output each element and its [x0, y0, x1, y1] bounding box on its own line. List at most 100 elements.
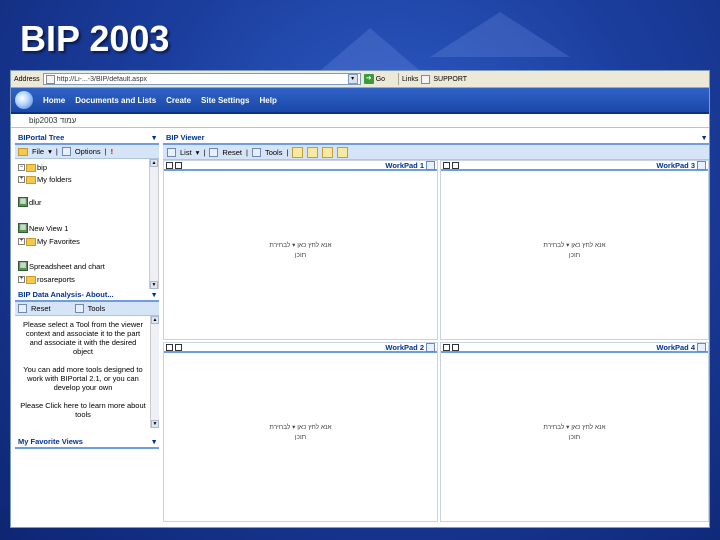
tree-item-my-folders[interactable]: + My folders: [18, 175, 72, 184]
left-column: BIPortal Tree ▾ File ▾ | Options | ! − b…: [15, 132, 159, 524]
workpad-choose-content[interactable]: אנא לחץ כאן ▾ לבחירת: [164, 423, 437, 433]
scroll-down-icon[interactable]: ▼: [150, 281, 158, 289]
chevron-down-icon[interactable]: ▾: [48, 147, 52, 156]
collapse-icon[interactable]: −: [18, 164, 25, 171]
page-icon: [45, 74, 55, 84]
reset-button[interactable]: Reset: [31, 304, 51, 313]
workpad-1[interactable]: WorkPad 1 אנא לחץ כאן ▾ לבחירת תוכן: [163, 160, 438, 340]
layout-1-icon[interactable]: [292, 146, 304, 158]
viewer-toolbar: List ▾ | Reset | Tools |: [163, 145, 709, 160]
tree-item-label: dlur: [29, 197, 42, 207]
browser-window: Address http://Li-...-3/BIP/default.aspx…: [10, 70, 710, 528]
tools-menu[interactable]: Tools: [265, 148, 283, 157]
chevron-down-icon[interactable]: ▾: [152, 133, 156, 142]
layout-3-icon[interactable]: [322, 146, 334, 158]
view-icon: ▦: [18, 223, 28, 233]
file-menu[interactable]: File: [32, 147, 44, 156]
expand-icon[interactable]: +: [18, 176, 25, 183]
expand-icon[interactable]: +: [18, 276, 25, 283]
maximize-icon[interactable]: [443, 343, 450, 351]
separator: |: [286, 147, 289, 157]
workpad-placeholder: אנא לחץ כאן ▾ לבחירת תוכן: [441, 241, 708, 261]
nav-documents-and-lists[interactable]: Documents and Lists: [75, 96, 156, 105]
separator: |: [55, 147, 58, 156]
chevron-down-icon[interactable]: ▾: [152, 290, 156, 299]
tree-scrollbar[interactable]: ▲ ▼: [149, 159, 158, 289]
layout-2-icon[interactable]: [307, 146, 319, 158]
nav-home[interactable]: Home: [43, 96, 65, 105]
analysis-learn-more-link[interactable]: Please Click here to learn more about to…: [19, 401, 147, 419]
tree-item-label: My Favorites: [37, 237, 80, 246]
edit-icon[interactable]: [426, 160, 435, 170]
edit-icon[interactable]: [697, 342, 706, 352]
workpad-title: WorkPad 3: [656, 160, 706, 170]
expand-icon[interactable]: +: [18, 238, 25, 245]
options-icon[interactable]: [175, 343, 182, 351]
address-input[interactable]: http://Li-...-3/BIP/default.aspx ▾: [42, 73, 361, 85]
maximize-icon[interactable]: [166, 161, 173, 169]
analysis-scrollbar[interactable]: ▲ ▼: [150, 316, 159, 428]
data-analysis-body: Please select a Tool from the viewer con…: [15, 316, 159, 436]
list-icon: [167, 147, 176, 157]
options-icon[interactable]: [452, 161, 459, 169]
tree-item-bip[interactable]: − bip: [18, 163, 47, 172]
workpad-choose-content[interactable]: אנא לחץ כאן ▾ לבחירת: [441, 241, 708, 251]
reset-button[interactable]: Reset: [222, 148, 242, 157]
maximize-icon[interactable]: [166, 343, 173, 351]
workpad-title: WorkPad 2: [385, 342, 435, 352]
separator: [398, 73, 400, 85]
edit-icon[interactable]: [697, 160, 706, 170]
workpad-header: WorkPad 1: [164, 160, 437, 171]
view-icon: ▦: [18, 261, 28, 271]
workpad-choose-content[interactable]: אנא לחץ כאן ▾ לבחירת: [441, 423, 708, 433]
options-menu[interactable]: Options: [75, 147, 101, 156]
links-value[interactable]: SUPPORT: [433, 76, 467, 83]
url-text: http://Li-...-3/BIP/default.aspx: [56, 75, 147, 83]
workpad-2[interactable]: WorkPad 2 אנא לחץ כאן ▾ לבחירת תוכן: [163, 342, 438, 522]
scroll-up-icon[interactable]: ▲: [151, 316, 159, 324]
viewer-header: BIP Viewer ▾: [163, 132, 709, 145]
workpad-3[interactable]: WorkPad 3 אנא לחץ כאן ▾ לבחירת תוכן: [440, 160, 709, 340]
options-icon[interactable]: [452, 343, 459, 351]
data-analysis-toolbar: Reset Tools: [15, 302, 159, 316]
workpad-grid: WorkPad 1 אנא לחץ כאן ▾ לבחירת תוכן Work…: [163, 160, 709, 524]
chevron-down-icon[interactable]: ▾: [702, 133, 706, 142]
workpad-choose-content[interactable]: אנא לחץ כאן ▾ לבחירת: [164, 241, 437, 251]
viewer-title: BIP Viewer: [166, 133, 205, 142]
workpad-content-label: תוכן: [294, 434, 307, 441]
go-button[interactable]: ➜ Go: [363, 74, 386, 84]
tree-item-my-favorites[interactable]: + My Favorites: [18, 237, 80, 246]
address-dropdown-icon[interactable]: ▾: [347, 74, 358, 84]
workpad-content-label: תוכן: [294, 252, 307, 259]
alert-icon[interactable]: !: [111, 147, 114, 156]
maximize-icon[interactable]: [443, 161, 450, 169]
tree-item-new-view[interactable]: ▦ New View 1: [18, 223, 68, 233]
data-analysis-title: BIP Data Analysis- About...: [18, 290, 114, 299]
workpad-4[interactable]: WorkPad 4 אנא לחץ כאן ▾ לבחירת תוכן: [440, 342, 709, 522]
options-icon[interactable]: [175, 161, 182, 169]
go-label: Go: [375, 75, 386, 83]
nav-site-settings[interactable]: Site Settings: [201, 96, 249, 105]
folder-icon: [26, 163, 36, 172]
workpad-controls: [166, 161, 182, 169]
scroll-up-icon[interactable]: ▲: [150, 159, 158, 167]
list-menu[interactable]: List: [180, 148, 192, 157]
tools-menu[interactable]: Tools: [88, 304, 106, 313]
tree-item-label: My folders: [37, 175, 72, 184]
links-label[interactable]: Links: [402, 76, 418, 83]
chevron-down-icon[interactable]: ▾: [196, 148, 200, 157]
chevron-down-icon[interactable]: ▾: [152, 437, 156, 446]
tree-item-spreadsheet[interactable]: ▦ Spreadsheet and chart: [18, 261, 105, 271]
nav-create[interactable]: Create: [166, 96, 191, 105]
edit-icon[interactable]: [426, 342, 435, 352]
scroll-down-icon[interactable]: ▼: [151, 420, 159, 428]
separator: |: [104, 147, 107, 156]
portal-tree: − bip + My folders ▦ dlur ▦ New View 1 +…: [15, 159, 159, 289]
tree-item-rosareports[interactable]: + rosareports: [18, 275, 75, 284]
nav-help[interactable]: Help: [260, 96, 277, 105]
layout-4-icon[interactable]: [337, 146, 349, 158]
workpad-controls: [443, 343, 459, 351]
tree-item-dlur[interactable]: ▦ dlur: [18, 197, 42, 207]
site-title: bip2003 עמוד: [11, 114, 709, 128]
workpad-content-label: תוכן: [568, 434, 581, 441]
